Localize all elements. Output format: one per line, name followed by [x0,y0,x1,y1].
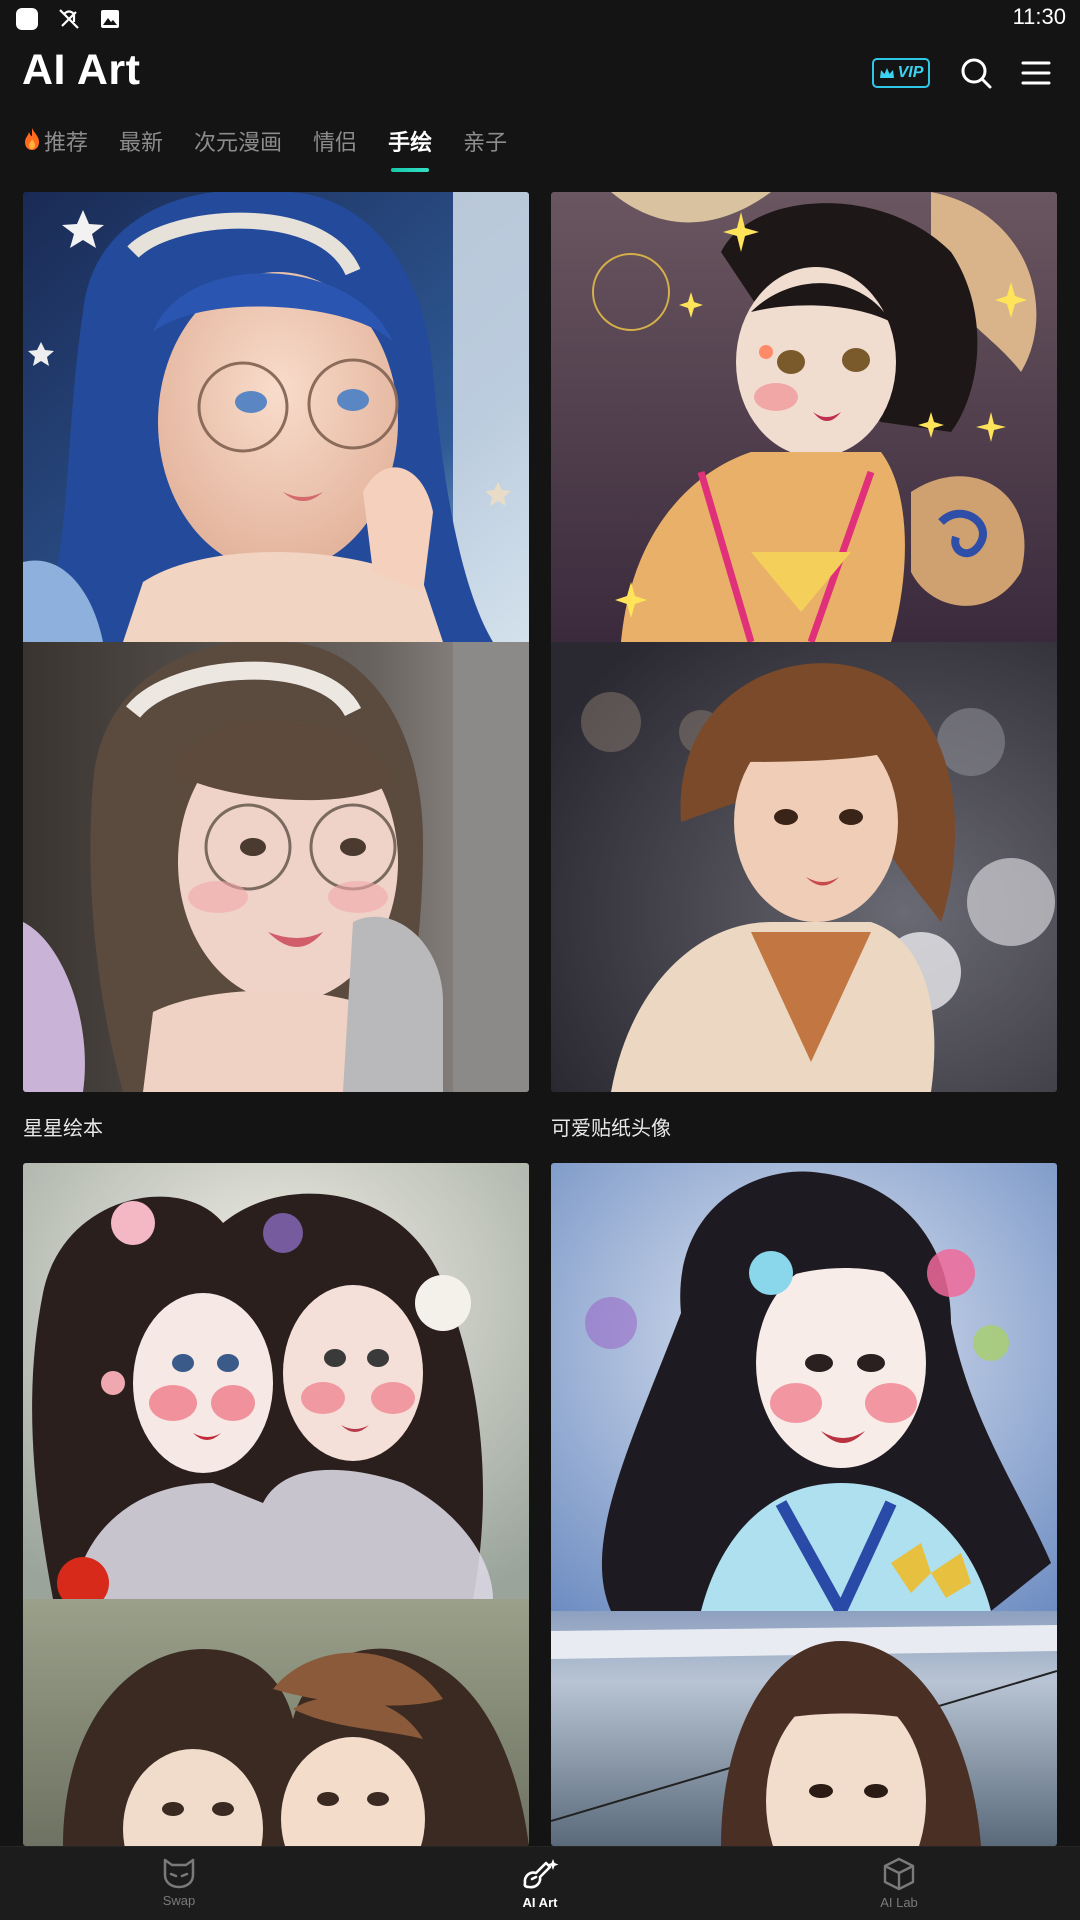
status-icons [14,6,122,32]
bottom-nav: Swap AI Art AI Lab [0,1846,1080,1920]
tab-anime[interactable]: 次元漫画 [194,126,282,162]
style-preview-image [551,192,1057,642]
status-bar: 11:30 [0,0,1080,38]
style-card-watercolor-duo[interactable] [23,1163,529,1846]
tab-recommended[interactable]: 推荐 [22,126,88,162]
search-icon [961,58,992,89]
tab-label: 情侣 [313,131,358,156]
nav-label: AI Lab [880,1895,918,1910]
tab-latest[interactable]: 最新 [119,126,163,162]
source-photo-image [23,642,529,1092]
nav-label: Swap [162,1893,196,1908]
nav-label: AI Art [522,1895,558,1910]
source-photo-image [551,1611,1057,1846]
page-title: AI Art [22,46,141,94]
tab-label: 推荐 [44,131,89,156]
category-tabs: 推荐 最新 次元漫画 情侣 手绘 亲子 [22,126,538,178]
tab-parent-child[interactable]: 亲子 [463,126,507,162]
screen: 11:30 AI Art VIP 推荐 最新 次元漫画 情侣 手绘 亲子 星星绘… [0,0,1080,1920]
crown-icon [879,67,894,78]
source-photo-image [551,642,1057,1092]
tab-label: 次元漫画 [194,131,283,156]
style-card-floral-portrait[interactable] [551,1163,1057,1846]
menu-icon [1021,61,1051,85]
style-card-star-picturebook[interactable]: 星星绘本 [23,192,529,1140]
nav-swap[interactable]: Swap [119,1857,239,1908]
mask-icon [163,1858,195,1889]
nav-ai-art[interactable]: AI Art [480,1857,600,1910]
vip-label: VIP [897,64,924,81]
style-card-cute-sticker-avatar[interactable]: 可爱贴纸头像 [551,192,1057,1140]
fire-icon [22,126,42,162]
app-notification-icon [14,6,40,32]
style-label: 可爱贴纸头像 [551,1116,671,1140]
vip-button[interactable]: VIP [872,58,930,88]
tab-hand-drawn[interactable]: 手绘 [388,126,432,162]
brush-sparkle-icon [523,1859,559,1889]
style-preview-image [551,1163,1057,1611]
style-preview-image [23,1163,529,1599]
tab-label: 最新 [119,131,164,156]
source-photo-image [23,1599,529,1846]
search-button[interactable] [958,55,994,91]
clock: 11:30 [1012,4,1066,29]
tab-label: 亲子 [463,131,508,156]
tab-label: 手绘 [388,131,433,156]
tab-couples[interactable]: 情侣 [313,126,357,162]
muted-notification-icon [56,6,82,32]
menu-button[interactable] [1018,55,1054,91]
image-icon [98,7,122,31]
style-preview-image [23,192,529,642]
cube-icon [883,1857,915,1891]
style-label: 星星绘本 [23,1116,103,1140]
nav-ai-lab[interactable]: AI Lab [839,1857,959,1910]
